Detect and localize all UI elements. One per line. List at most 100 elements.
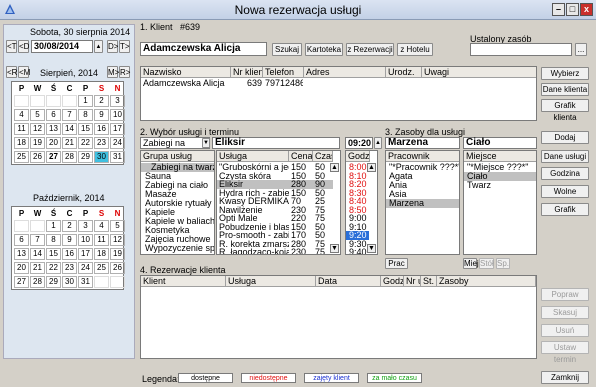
- staff-column-header[interactable]: Pracownik: [386, 151, 459, 162]
- staff-item[interactable]: "*Pracownik ???*": [386, 163, 459, 172]
- fixed-resource-field[interactable]: [470, 43, 572, 56]
- reservation-column-header[interactable]: Nr usł.: [404, 276, 421, 287]
- calendar-day[interactable]: 7: [30, 234, 45, 246]
- group-item[interactable]: Masaże: [141, 190, 214, 199]
- calendar-day[interactable]: 11: [94, 234, 109, 246]
- service-column-header[interactable]: Czas: [313, 151, 333, 162]
- client-file-button[interactable]: Kartoteka: [305, 43, 343, 56]
- place-list[interactable]: Miejsce "*Miejsce ???*" Ciało Twarz: [463, 150, 537, 255]
- remove-button[interactable]: Usuń: [541, 324, 589, 337]
- prev-day-button[interactable]: <D: [18, 40, 29, 53]
- calendar-day[interactable]: 3: [110, 95, 125, 107]
- group-item[interactable]: Wypozyczenie spr.: [141, 244, 214, 253]
- calendar-day[interactable]: 9: [62, 234, 77, 246]
- client-column-header[interactable]: Uwagi: [422, 67, 536, 78]
- reservation-column-header[interactable]: Godz: [381, 276, 404, 287]
- calendar-day[interactable]: 31: [78, 276, 93, 288]
- calendar-day[interactable]: 19: [110, 248, 125, 260]
- place-field[interactable]: Ciało: [463, 137, 537, 149]
- free-button[interactable]: Wolne: [541, 185, 589, 198]
- calendar-day[interactable]: 4: [14, 109, 29, 121]
- calendar-day[interactable]: 28: [30, 276, 45, 288]
- reservation-column-header[interactable]: St.: [421, 276, 437, 287]
- calendar-day[interactable]: 29: [46, 276, 61, 288]
- group-item[interactable]: Zajęcia ruchowe: [141, 235, 214, 244]
- calendar-day[interactable]: 23: [62, 262, 77, 274]
- client-cell[interactable]: 639: [233, 79, 262, 88]
- calendar-day[interactable]: 16: [62, 248, 77, 260]
- service-list[interactable]: UsługaCenaCzas"Gruboskórni a jednał15050…: [216, 150, 341, 255]
- add-button[interactable]: Dodaj: [541, 131, 589, 144]
- calendar-day[interactable]: 18: [14, 137, 29, 149]
- close-window-button[interactable]: x: [580, 3, 593, 16]
- client-column-header[interactable]: Telefon: [263, 67, 304, 78]
- calendar-day[interactable]: 12: [110, 234, 125, 246]
- calendar-day[interactable]: 9: [94, 109, 109, 121]
- service-field[interactable]: Eliksir: [212, 137, 340, 149]
- next-day-button[interactable]: D>: [107, 40, 118, 53]
- august-calendar[interactable]: P W Ś C P S N 1 2 3 4 5 6 7 8 9 10 11 12 13 14 15 16 17 18 19 20 21…: [11, 81, 125, 165]
- next-year-month-button[interactable]: R>: [119, 66, 130, 78]
- prev-month-button[interactable]: <M: [18, 66, 30, 78]
- from-hotel-button[interactable]: z Hotelu: [397, 43, 433, 56]
- client-column-header[interactable]: Adres: [304, 67, 386, 78]
- calendar-day[interactable]: 23: [94, 137, 109, 149]
- reservations-table[interactable]: KlientUsługaDataGodzNr usł.St.Zasoby: [140, 275, 537, 359]
- calendar-day[interactable]: 31: [110, 151, 125, 163]
- calendar-day[interactable]: 24: [78, 262, 93, 274]
- place-column-header[interactable]: Miejsce: [464, 151, 536, 162]
- time-list[interactable]: Godz 8:00 8:10 8:20 8:30 8:40 8:50 9:00 9:10 9:20…: [345, 150, 378, 255]
- chevron-down-icon[interactable]: ▼: [202, 138, 210, 148]
- staff-list[interactable]: Pracownik "*Pracownik ???*" Agata Ania Asia M…: [385, 150, 460, 255]
- service-column-header[interactable]: Cena: [289, 151, 313, 162]
- service-column-header[interactable]: Usługa: [217, 151, 289, 162]
- staff-item[interactable]: Asia: [386, 190, 459, 199]
- service-data-button[interactable]: Dane usługi: [541, 150, 589, 163]
- client-data-button[interactable]: Dane klienta: [541, 83, 589, 96]
- calendar-day[interactable]: 20: [14, 262, 29, 274]
- service-cell[interactable]: R. łagodząco-kojący: [219, 248, 289, 254]
- calendar-day[interactable]: 17: [78, 248, 93, 260]
- client-column-header[interactable]: Nazwisko: [141, 67, 231, 78]
- minimize-button[interactable]: –: [552, 3, 565, 16]
- calendar-day[interactable]: 27: [46, 151, 61, 163]
- prev-year-button[interactable]: <T: [6, 40, 17, 53]
- client-column-header[interactable]: Nr klienta: [231, 67, 263, 78]
- calendar-day[interactable]: 14: [30, 248, 45, 260]
- service-group-list[interactable]: Grupa usług Zabiegi na twarz Sauna Zabiegi …: [140, 150, 215, 255]
- calendar-day[interactable]: 26: [30, 151, 45, 163]
- calendar-day[interactable]: 18: [94, 248, 109, 260]
- search-client-button[interactable]: Szukaj: [272, 43, 302, 56]
- date-field[interactable]: 30/08/2014: [31, 40, 93, 53]
- calendar-day[interactable]: 3: [78, 220, 93, 232]
- prev-year-month-button[interactable]: <R: [6, 66, 17, 78]
- staff-item[interactable]: Agata: [386, 172, 459, 181]
- staff-item[interactable]: Marzena: [386, 199, 459, 208]
- browse-resource-button[interactable]: ...: [575, 43, 587, 56]
- group-item[interactable]: Kapiele: [141, 208, 214, 217]
- group-item[interactable]: Kosmetyka: [141, 226, 214, 235]
- calendar-day[interactable]: 25: [14, 151, 29, 163]
- calendar-day[interactable]: 28: [62, 151, 77, 163]
- time-field[interactable]: 09:20: [345, 137, 373, 149]
- october-calendar[interactable]: P W Ś C P S N 1 2 3 4 5 6 7 8 9 10 11 12 13 14 15 16 17 18 19 20 21…: [11, 206, 125, 290]
- staff-item[interactable]: Ania: [386, 181, 459, 190]
- service-group-select[interactable]: Zabiegi na twarz: [140, 137, 210, 158]
- scroll-up-icon[interactable]: ▲: [367, 163, 376, 172]
- calendar-day[interactable]: 4: [94, 220, 109, 232]
- calendar-day[interactable]: 6: [46, 109, 61, 121]
- calendar-day[interactable]: 8: [78, 109, 93, 121]
- calendar-day[interactable]: 21: [30, 262, 45, 274]
- calendar-day[interactable]: 11: [14, 123, 29, 135]
- scroll-up-icon[interactable]: ▲: [330, 163, 339, 172]
- calendar-day[interactable]: 10: [110, 109, 125, 121]
- calendar-day[interactable]: 2: [94, 95, 109, 107]
- schedule-button[interactable]: Grafik: [541, 203, 589, 216]
- staff-field[interactable]: Marzena: [385, 137, 460, 149]
- calendar-day[interactable]: 25: [94, 262, 109, 274]
- edit-button[interactable]: Popraw: [541, 288, 589, 301]
- time-button[interactable]: Godzina: [541, 167, 589, 180]
- calendar-day[interactable]: 6: [14, 234, 29, 246]
- calendar-day[interactable]: 5: [30, 109, 45, 121]
- group-item[interactable]: Kapiele w baliach: [141, 217, 214, 226]
